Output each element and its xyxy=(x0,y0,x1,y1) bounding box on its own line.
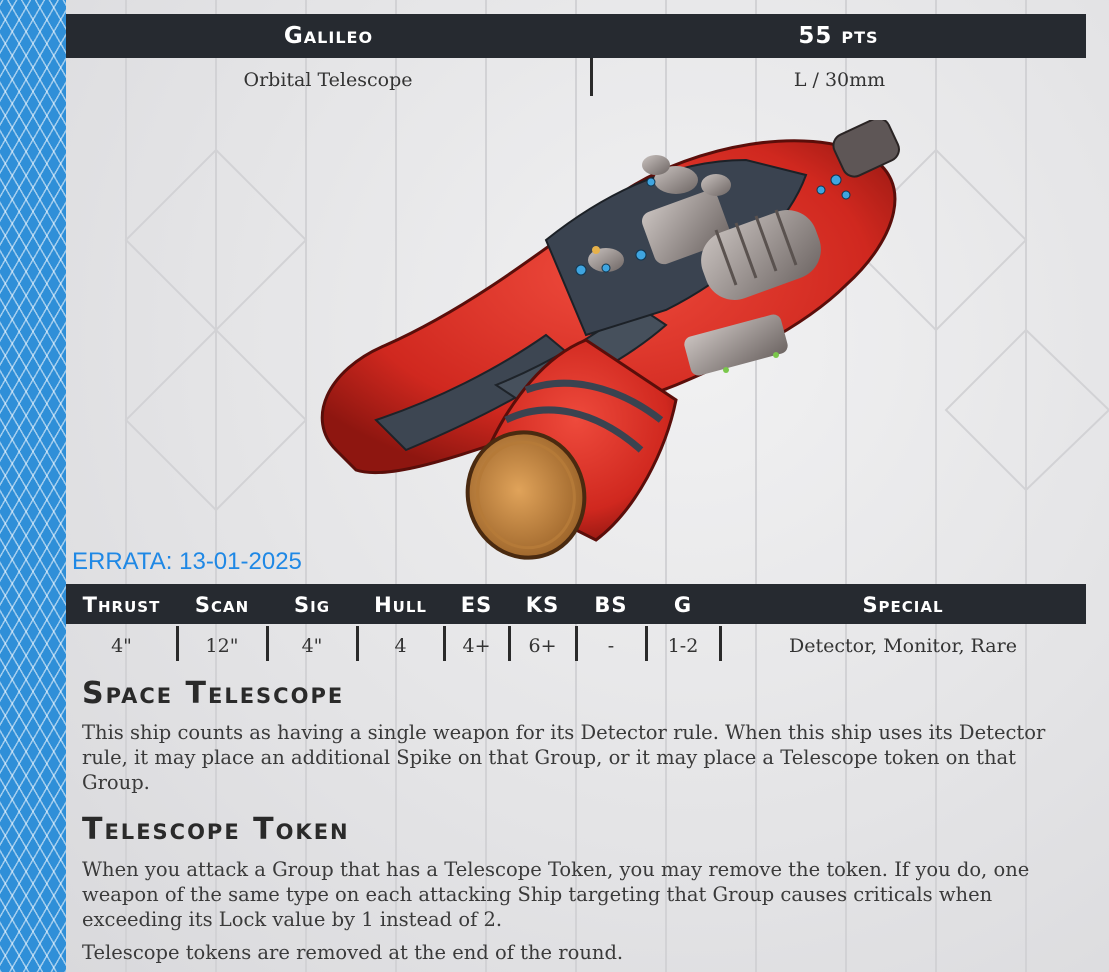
ship-card: Galileo 55 pts Orbital Telescope L / 30m… xyxy=(66,0,1109,972)
rule-text-space-telescope: This ship counts as having a single weap… xyxy=(82,721,1046,794)
stat-sig: 4" xyxy=(301,635,323,657)
stat-header-g: G xyxy=(673,593,693,617)
stats-values-row: 4" 12" 4" 4 4+ 6+ - 1-2 Detector, Monito… xyxy=(66,624,1086,664)
rule-title-space-telescope: Space Telescope xyxy=(82,676,345,711)
stat-hull: 4 xyxy=(394,635,407,657)
rule-text-telescope-token-removal: Telescope tokens are removed at the end … xyxy=(82,941,624,964)
ship-class: Orbital Telescope xyxy=(243,69,413,91)
rule-title-telescope-token: Telescope Token xyxy=(82,812,350,847)
stat-header-sig: Sig xyxy=(293,593,331,617)
stat-header-ks: KS xyxy=(525,593,560,617)
stat-ks: 6+ xyxy=(528,635,557,657)
subtitle-row: Orbital Telescope L / 30mm xyxy=(66,58,1086,98)
stat-header-special: Special xyxy=(862,593,944,617)
stat-es: 4+ xyxy=(462,635,491,657)
stat-special: Detector, Monitor, Rare xyxy=(789,635,1017,657)
decorative-side-strip xyxy=(0,0,66,972)
ship-name: Galileo xyxy=(283,23,374,49)
ship-miniature-image xyxy=(320,120,900,560)
errata-date: ERRATA: 13-01-2025 xyxy=(72,548,302,575)
stat-header-bs: BS xyxy=(594,593,628,617)
stat-g: 1-2 xyxy=(667,635,699,657)
ship-points: 55 pts xyxy=(798,23,879,49)
stat-scan: 12" xyxy=(205,635,239,657)
stat-header-thrust: Thrust xyxy=(82,593,161,617)
rule-text-telescope-token: When you attack a Group that has a Teles… xyxy=(82,858,1030,931)
stat-bs: - xyxy=(607,635,615,657)
title-bar: Galileo 55 pts xyxy=(66,14,1086,58)
ship-size: L / 30mm xyxy=(793,69,886,91)
stat-header-es: ES xyxy=(460,593,493,617)
stat-thrust: 4" xyxy=(111,635,132,657)
stats-header-bar: Thrust Scan Sig Hull ES KS BS G Special xyxy=(66,584,1086,624)
stat-header-scan: Scan xyxy=(194,593,250,617)
stat-header-hull: Hull xyxy=(374,593,427,617)
